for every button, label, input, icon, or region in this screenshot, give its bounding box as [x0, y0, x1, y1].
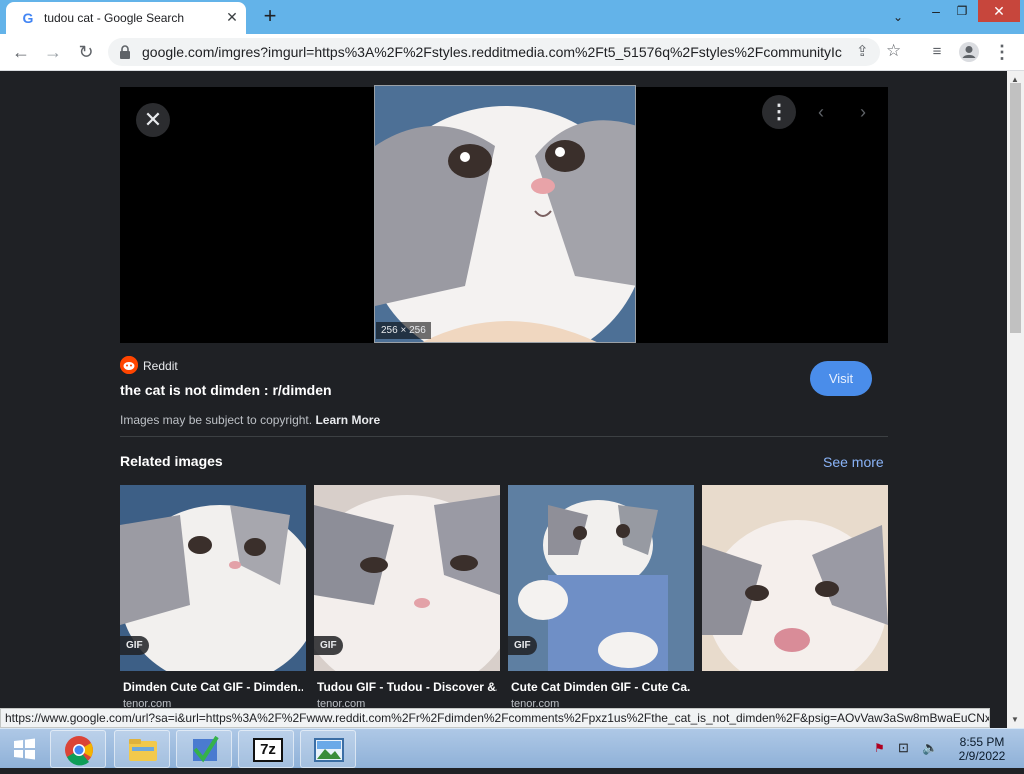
browser-tab[interactable]: G tudou cat - Google Search ✕: [6, 2, 246, 34]
tab-close-icon[interactable]: ✕: [224, 9, 240, 25]
taskbar-7zip[interactable]: 7z: [238, 730, 294, 768]
close-preview-icon[interactable]: ✕: [136, 103, 170, 137]
minimize-button[interactable]: –: [924, 0, 948, 22]
learn-more-link[interactable]: Learn More: [315, 413, 380, 427]
related-images-heading: Related images: [120, 453, 223, 469]
related-image-1[interactable]: GIF: [120, 485, 306, 671]
lock-icon: [120, 45, 130, 59]
copyright-notice: Images may be subject to copyright. Lear…: [120, 413, 380, 427]
see-more-link[interactable]: See more: [823, 454, 884, 470]
clock-time: 8:55 PM: [959, 735, 1005, 749]
visit-button[interactable]: Visit: [810, 361, 872, 396]
image-preview-panel: ✕ 256 × 256 ⋮ ‹ ›: [120, 85, 888, 343]
restore-button[interactable]: ❐: [950, 0, 974, 22]
new-tab-button[interactable]: +: [258, 5, 282, 29]
taskbar-clock[interactable]: 8:55 PM 2/9/2022: [950, 735, 1014, 763]
folder-icon: [129, 739, 157, 761]
scroll-down-icon[interactable]: ▼: [1011, 715, 1019, 724]
sevenzip-icon: 7z: [253, 738, 283, 762]
share-icon[interactable]: ⇪: [856, 42, 869, 60]
image-dimensions: 256 × 256: [376, 322, 431, 339]
windows-logo-icon: [14, 738, 35, 760]
profile-avatar[interactable]: [958, 41, 980, 63]
image-title-link[interactable]: the cat is not dimden : r/dimden: [120, 382, 332, 398]
volume-muted-icon[interactable]: 🔈: [922, 740, 940, 756]
window-titlebar: G tudou cat - Google Search ✕ + ⌄ – ❐ ✕: [0, 0, 1024, 34]
related-caption-1[interactable]: Dimden Cute Cat GIF - Dimden...: [123, 680, 303, 694]
link-status-bubble: https://www.google.com/url?sa=i&url=http…: [0, 708, 990, 728]
taskbar-app[interactable]: [176, 730, 232, 768]
browser-toolbar: ← → ↻ google.com/imgres?imgurl=https%3A%…: [0, 34, 1024, 71]
taskbar-image-viewer[interactable]: [300, 730, 356, 768]
action-center-flag-icon[interactable]: ⚑: [874, 741, 890, 757]
menu-kebab-icon[interactable]: ⋮: [991, 41, 1013, 63]
related-caption-2[interactable]: Tudou GIF - Tudou - Discover &...: [317, 680, 497, 694]
page-scrollbar[interactable]: ▲ ▼: [1007, 71, 1024, 728]
chrome-icon: [65, 736, 93, 766]
cat-image: [375, 86, 635, 342]
gif-badge: GIF: [120, 636, 149, 655]
scrollbar-thumb[interactable]: [1010, 83, 1021, 333]
start-button[interactable]: [4, 732, 44, 766]
tab-search-icon[interactable]: ⌄: [888, 8, 908, 26]
address-bar[interactable]: google.com/imgres?imgurl=https%3A%2F%2Fs…: [108, 38, 901, 66]
related-image-3[interactable]: GIF: [508, 485, 694, 671]
divider: [120, 436, 888, 437]
related-image-4[interactable]: [702, 485, 888, 671]
related-caption-3[interactable]: Cute Cat Dimden GIF - Cute Ca...: [511, 680, 691, 694]
media-control-icon[interactable]: ≡: [926, 41, 948, 63]
taskbar-chrome[interactable]: [50, 730, 106, 768]
forward-icon[interactable]: →: [42, 41, 64, 63]
reddit-logo-icon: [120, 356, 138, 374]
reload-icon[interactable]: ↻: [75, 41, 97, 63]
back-icon[interactable]: ←: [10, 41, 32, 63]
page-content: ✕ 256 × 256 ⋮ ‹ › Reddit the cat is not …: [0, 71, 1007, 728]
network-icon[interactable]: ⊡: [898, 740, 916, 756]
bookmark-star-icon[interactable]: ☆: [886, 41, 901, 61]
next-image-icon[interactable]: ›: [846, 95, 880, 129]
cat-thumbnail: [702, 485, 888, 671]
source-name: Reddit: [143, 359, 178, 373]
close-window-button[interactable]: ✕: [978, 0, 1020, 22]
copyright-text: Images may be subject to copyright.: [120, 413, 313, 427]
clock-date: 2/9/2022: [958, 749, 1006, 763]
google-favicon-icon: G: [22, 10, 34, 26]
picture-icon: [314, 738, 344, 762]
more-options-icon[interactable]: ⋮: [762, 95, 796, 129]
checkmark-app-icon: [193, 735, 219, 763]
url-text: google.com/imgres?imgurl=https%3A%2F%2Fs…: [142, 44, 842, 60]
preview-image[interactable]: [374, 85, 636, 343]
related-image-2[interactable]: GIF: [314, 485, 500, 671]
gif-badge: GIF: [314, 636, 343, 655]
profile-icon: [959, 42, 979, 62]
tab-title: tudou cat - Google Search: [44, 11, 185, 25]
previous-image-icon[interactable]: ‹: [804, 95, 838, 129]
gif-badge: GIF: [508, 636, 537, 655]
taskbar-file-explorer[interactable]: [114, 730, 170, 768]
windows-taskbar: 7z ⚑ ⊡ 🔈 8:55 PM 2/9/2022: [0, 728, 1024, 768]
